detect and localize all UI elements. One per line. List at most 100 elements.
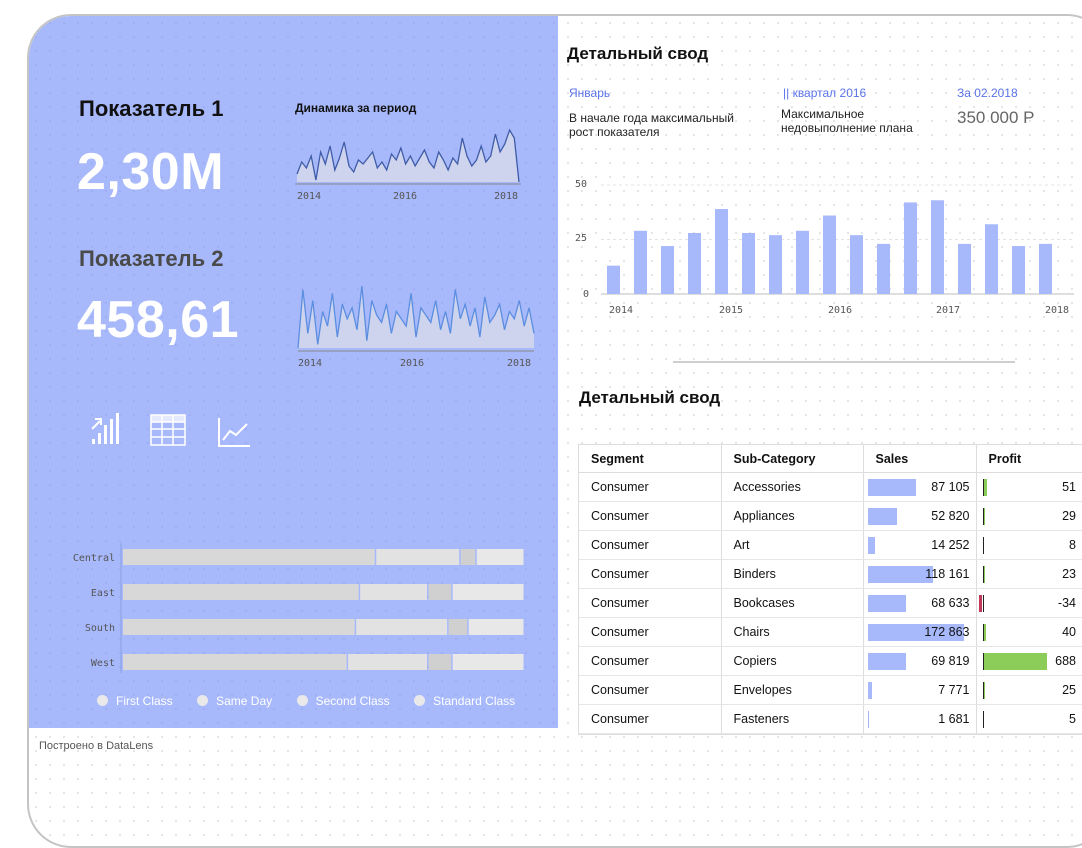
x-tick: 2016 <box>828 305 852 316</box>
spark2-tick: 2018 <box>507 358 531 369</box>
cell-sales: 52 820 <box>863 501 977 531</box>
cell-sub-category: Copiers <box>721 646 864 676</box>
x-tick: 2014 <box>609 305 633 316</box>
cell-segment: Consumer <box>579 646 722 676</box>
stacked-bar-segment <box>476 549 524 565</box>
table-row[interactable]: Consumer Bookcases 68 633 -34 <box>579 588 1082 618</box>
spark2-tick: 2016 <box>400 358 424 369</box>
y-tick: 50 <box>575 179 587 190</box>
stacked-bar-segment <box>348 654 428 670</box>
sparkline-2[interactable]: 2014 2016 2018 <box>294 278 539 373</box>
cell-sub-category: Bookcases <box>721 588 864 618</box>
stacked-bar-segment <box>123 549 375 565</box>
table-row[interactable]: Consumer Chairs 172 863 40 <box>579 617 1082 647</box>
table-row[interactable]: Consumer Appliances 52 820 29 <box>579 501 1082 531</box>
column-header-segment[interactable]: Segment <box>579 445 722 473</box>
spark1-tick: 2016 <box>393 191 417 202</box>
cell-sales: 7 771 <box>863 675 977 705</box>
y-tick: 0 <box>583 289 589 300</box>
cell-profit: 5 <box>976 704 1082 734</box>
cell-segment: Consumer <box>579 588 722 618</box>
bar <box>877 243 890 294</box>
stacked-legend: First Class Same Day Second Class Standa… <box>97 693 535 711</box>
x-tick: 2017 <box>936 305 960 316</box>
cell-profit: 29 <box>976 501 1082 531</box>
summary-title: Детальный свод <box>567 44 709 63</box>
summary-kpi-desc-2: Максимальное недовыполнение плана <box>781 107 913 135</box>
monthly-bar-chart[interactable]: 50 25 0 2014 2015 2016 2017 2018 <box>569 159 1079 319</box>
legend-item-first-class[interactable]: First Class <box>97 694 173 708</box>
detail-table: Segment Sub-Category Sales Profit Consum… <box>578 444 1082 735</box>
bar <box>796 230 809 294</box>
stacked-bar-segment <box>123 619 355 635</box>
line-chart-icon[interactable] <box>216 416 254 450</box>
sales-bar <box>867 479 916 496</box>
cell-profit: -34 <box>976 588 1082 618</box>
table-row[interactable]: Consumer Binders 118 161 23 <box>579 559 1082 589</box>
bar <box>715 208 728 294</box>
cell-sub-category: Accessories <box>721 472 864 502</box>
stacked-bar-segment <box>123 654 347 670</box>
cell-sub-category: Appliances <box>721 501 864 531</box>
table-row[interactable]: Consumer Envelopes 7 771 25 <box>579 675 1082 705</box>
cell-sales: 69 819 <box>863 646 977 676</box>
cell-profit: 688 <box>976 646 1082 676</box>
cell-profit: 8 <box>976 530 1082 560</box>
cell-sub-category: Binders <box>721 559 864 589</box>
table-row[interactable]: Consumer Copiers 69 819 688 <box>579 646 1082 676</box>
legend-item-standard-class[interactable]: Standard Class <box>414 694 515 708</box>
spark1-area <box>297 130 519 182</box>
column-header-profit[interactable]: Profit <box>976 445 1082 473</box>
cell-segment: Consumer <box>579 675 722 705</box>
cell-segment: Consumer <box>579 559 722 589</box>
bar <box>769 235 782 294</box>
bar <box>607 265 620 294</box>
stacked-bar-segment <box>452 584 524 600</box>
cell-segment: Consumer <box>579 472 722 502</box>
cell-segment: Consumer <box>579 530 722 560</box>
bar <box>958 243 971 294</box>
spark1-label: Динамика за период <box>295 101 417 115</box>
table-row[interactable]: Consumer Accessories 87 105 51 <box>579 472 1082 502</box>
summary-kpi-head-3: За 02.2018 <box>957 86 1018 100</box>
detail-table-title: Детальный свод <box>579 388 721 407</box>
bar <box>742 232 755 294</box>
spark1-tick: 2014 <box>297 191 321 202</box>
cell-segment: Consumer <box>579 501 722 531</box>
kpi1-title: Показатель 1 <box>79 96 224 121</box>
cell-profit: 51 <box>976 472 1082 502</box>
cell-sub-category: Chairs <box>721 617 864 647</box>
legend-item-same-day[interactable]: Same Day <box>197 694 272 708</box>
cell-sub-category: Envelopes <box>721 675 864 705</box>
column-header-sub-category[interactable]: Sub-Category <box>721 445 864 473</box>
stacked-bar-segment <box>448 619 468 635</box>
bar <box>931 200 944 294</box>
sales-bar <box>867 711 869 728</box>
cell-profit: 40 <box>976 617 1082 647</box>
bar <box>661 246 674 294</box>
summary-kpi-head-1: Январь <box>569 86 611 100</box>
legend-item-second-class[interactable]: Second Class <box>296 694 390 708</box>
stacked-bar-segment <box>460 549 476 565</box>
bar <box>688 232 701 294</box>
stacked-bar-segment <box>376 549 460 565</box>
sales-bar <box>867 508 897 525</box>
bar <box>850 235 863 294</box>
stacked-bar-segment <box>123 584 359 600</box>
column-header-sales[interactable]: Sales <box>863 445 977 473</box>
stacked-bar-chart[interactable]: Central East South West <box>59 541 539 681</box>
x-tick: 2018 <box>1045 305 1069 316</box>
profit-bar <box>982 653 1047 670</box>
table-icon[interactable] <box>149 413 189 449</box>
sparkline-1[interactable]: 2014 2016 2018 <box>291 124 526 206</box>
stacked-category-label: East <box>91 588 115 599</box>
summary-kpi-big-3: 350 000 Р <box>957 108 1035 127</box>
table-row[interactable]: Consumer Fasteners 1 681 5 <box>579 704 1082 734</box>
stacked-bar-segment <box>452 654 524 670</box>
spark2-tick: 2014 <box>298 358 322 369</box>
stacked-bar-segment <box>428 654 452 670</box>
sales-bar <box>867 653 907 670</box>
table-row[interactable]: Consumer Art 14 252 8 <box>579 530 1082 560</box>
bar-chart-icon[interactable] <box>90 409 128 449</box>
left-panel: Показатель 1 2,30M Динамика за период 20… <box>29 16 558 728</box>
